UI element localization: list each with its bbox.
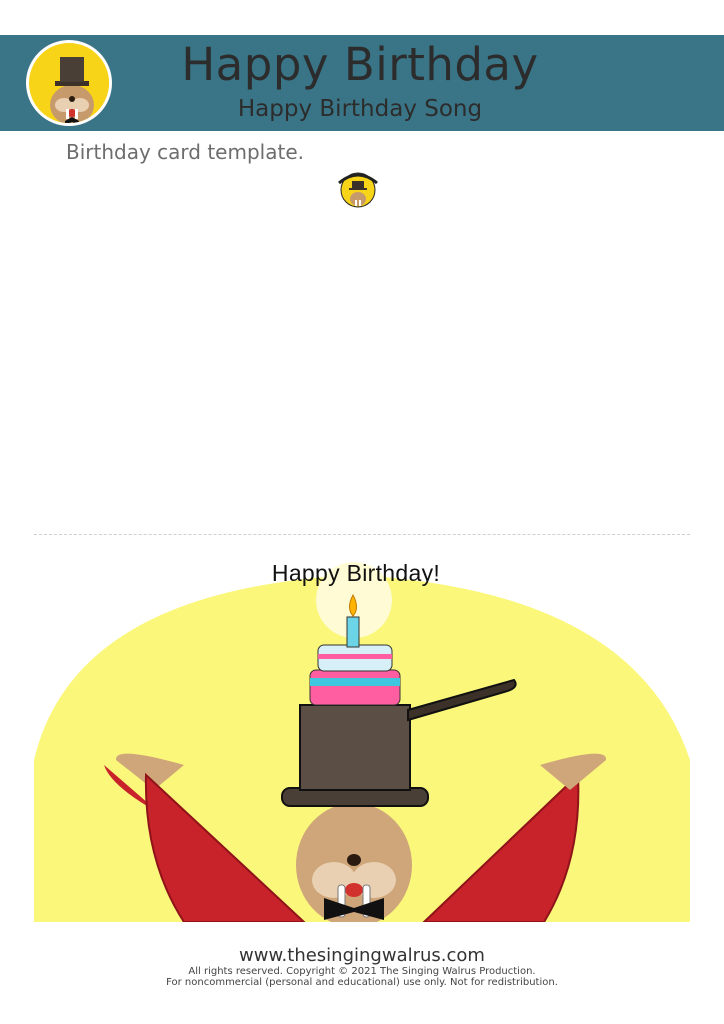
- page-title: Happy Birthday: [181, 38, 539, 91]
- footer-website: www.thesingingwalrus.com: [239, 945, 485, 966]
- card-title: Happy Birthday!: [271, 560, 441, 586]
- singing-walrus-small-logo-icon: [333, 167, 383, 209]
- footer-license: For noncommercial (personal and educatio…: [166, 977, 558, 988]
- fold-line: [34, 534, 690, 535]
- page-subtitle: Happy Birthday Song: [237, 96, 483, 122]
- document-heading: Birthday card template.: [66, 140, 304, 164]
- walrus-top-hat-logo-icon: [26, 40, 112, 126]
- footer-rights: All rights reserved. Copyright © 2021 Th…: [188, 966, 536, 977]
- walrus-with-birthday-cake-hat-icon: [34, 560, 690, 927]
